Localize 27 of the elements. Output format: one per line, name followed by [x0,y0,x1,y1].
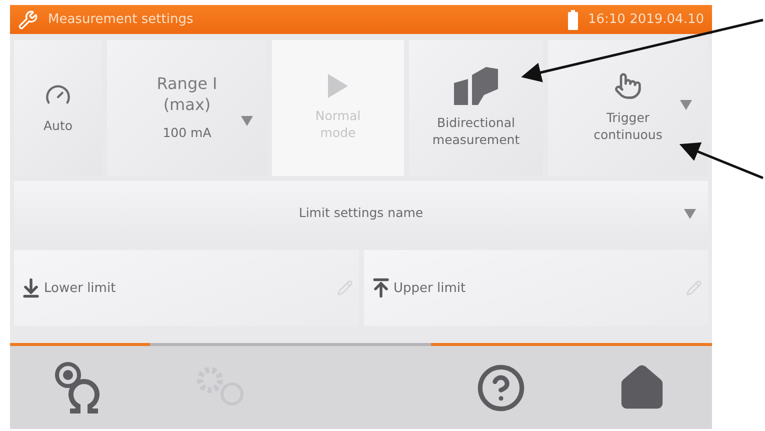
tile-label: Auto [43,118,73,134]
range-value: 100 mA [162,125,212,142]
limit-label: Lower limit [44,280,117,296]
setting-tile[interactable]: Trigger continuous [548,40,708,176]
limit-field[interactable]: Upper limit [364,250,708,326]
bidirectional-icon [454,67,498,106]
range-title: Range I (max) [156,74,218,116]
setting-tile[interactable]: Range I (max) 100 mA [107,40,267,176]
tile-label: Trigger continuous [594,110,662,144]
setting-tile[interactable]: Bidirectional measurement [409,40,543,176]
dropdown-triangle-icon[interactable] [684,209,696,219]
tile-label: Bidirectional measurement [432,115,520,149]
limit-field[interactable]: Lower limit [14,250,358,326]
window-title: Measurement settings [48,12,194,27]
pencil-icon [686,280,702,296]
play-icon [328,74,348,98]
battery-icon [568,10,578,30]
download-icon [20,277,42,299]
limit-label: Upper limit [394,280,467,296]
pencil-icon [336,280,352,296]
date-time: 16:10 2019.04.10 [588,12,704,27]
pointing-hand-icon [614,72,642,100]
dropdown-triangle-icon[interactable] [241,116,253,126]
tools-icon [18,10,38,30]
dropdown-triangle-icon[interactable] [680,100,692,110]
dropdown-label: Limit settings name [298,204,424,222]
help-icon [476,362,526,412]
